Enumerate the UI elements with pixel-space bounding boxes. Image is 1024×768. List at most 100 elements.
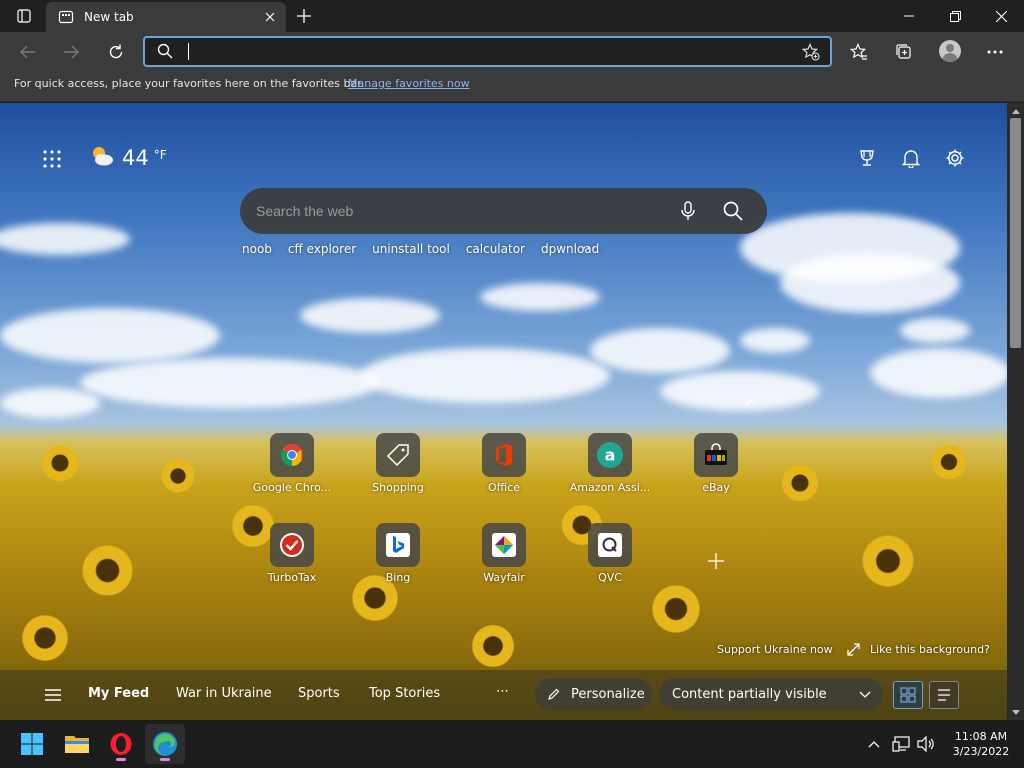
- favorites-bar-message: For quick access, place your favorites h…: [14, 77, 365, 90]
- feed-bar: My Feed War in Ukraine Sports Top Storie…: [0, 670, 1007, 720]
- quick-link-label: Google Chro...: [252, 481, 332, 494]
- notifications-bell-icon[interactable]: [896, 143, 926, 173]
- running-indicator: [116, 758, 126, 761]
- quick-link-amazon[interactable]: a Amazon Assi...: [565, 433, 655, 509]
- opera-icon[interactable]: [101, 724, 141, 764]
- profile-avatar[interactable]: [939, 40, 961, 62]
- tab-actions-icon[interactable]: [10, 6, 38, 26]
- edge-icon[interactable]: [145, 724, 185, 764]
- rewards-icon[interactable]: [852, 143, 882, 173]
- personalize-button[interactable]: Personalize: [535, 678, 652, 710]
- refresh-icon[interactable]: [100, 36, 132, 68]
- taskbar: 11:08 AM 3/23/2022: [0, 720, 1024, 768]
- file-explorer-icon[interactable]: [57, 724, 97, 764]
- recent-search-item[interactable]: calculator: [466, 242, 525, 256]
- favorites-bar: For quick access, place your favorites h…: [0, 72, 1024, 102]
- scrollbar-thumb[interactable]: [1010, 118, 1021, 348]
- weather-widget[interactable]: 44 °F: [90, 145, 167, 171]
- qvc-icon: [588, 523, 632, 567]
- content-visibility-label: Content partially visible: [672, 686, 827, 702]
- feed-tab-my-feed[interactable]: My Feed: [88, 686, 149, 701]
- more-searches-icon[interactable]: ⋯: [582, 240, 597, 256]
- quick-link-wayfair[interactable]: Wayfair: [459, 523, 549, 599]
- quick-link-office[interactable]: Office: [459, 433, 549, 509]
- add-quick-link-icon[interactable]: [706, 551, 726, 571]
- windows-start-icon[interactable]: [12, 724, 52, 764]
- more-feed-tabs-icon[interactable]: ⋯: [496, 684, 509, 699]
- search-icon: [157, 43, 173, 63]
- new-tab-icon: [58, 9, 74, 25]
- scroll-up-icon[interactable]: [1010, 105, 1021, 117]
- running-indicator: [160, 758, 170, 761]
- web-search-input[interactable]: [256, 200, 656, 222]
- partly-cloudy-icon: [90, 145, 114, 171]
- favorites-icon[interactable]: [843, 36, 875, 68]
- web-search-box[interactable]: [240, 188, 767, 234]
- collections-icon[interactable]: [888, 36, 920, 68]
- chevron-up-icon[interactable]: [742, 395, 760, 409]
- quick-link-qvc[interactable]: QVC: [565, 523, 655, 599]
- feed-tab-top-stories[interactable]: Top Stories: [369, 686, 440, 701]
- recent-search-item[interactable]: cff explorer: [288, 242, 356, 256]
- weather-temperature: 44: [122, 146, 149, 170]
- scroll-down-icon[interactable]: [1010, 706, 1021, 718]
- svg-text:a: a: [605, 446, 616, 465]
- quick-link-label: Wayfair: [483, 571, 525, 584]
- back-icon[interactable]: [12, 36, 44, 68]
- quick-link-turbotax[interactable]: TurboTax: [247, 523, 337, 599]
- active-tab[interactable]: New tab: [46, 2, 286, 32]
- ebay-icon: [694, 433, 738, 477]
- feed-tab-war-in-ukraine[interactable]: War in Ukraine: [176, 686, 272, 701]
- quick-link-google-chrome[interactable]: Google Chro...: [247, 433, 337, 509]
- expand-arrows-icon: [847, 643, 860, 656]
- quick-link-ebay[interactable]: eBay: [671, 433, 761, 509]
- quick-link-label: Amazon Assi...: [569, 481, 651, 494]
- quick-link-shopping[interactable]: Shopping: [353, 433, 443, 509]
- bing-icon: [376, 523, 420, 567]
- new-tab-page: 44 °F noob cff explorer uninstall tool c…: [0, 103, 1007, 720]
- personalize-label: Personalize: [571, 686, 645, 702]
- quick-link-bing[interactable]: Bing: [353, 523, 443, 599]
- search-submit-icon[interactable]: [718, 196, 748, 226]
- manage-favorites-link[interactable]: Manage favorites now: [348, 77, 470, 90]
- taskbar-clock[interactable]: 11:08 AM 3/23/2022: [946, 729, 1016, 759]
- chevron-up-tray-icon[interactable]: [862, 732, 886, 756]
- add-favorite-icon[interactable]: [801, 43, 820, 65]
- volume-icon[interactable]: [914, 732, 938, 756]
- feed-tab-sports[interactable]: Sports: [298, 686, 340, 701]
- close-tab-icon[interactable]: [258, 5, 282, 29]
- support-ukraine-link[interactable]: Support Ukraine now: [717, 643, 833, 656]
- microphone-icon[interactable]: [673, 196, 703, 226]
- title-bar: New tab: [0, 0, 1024, 32]
- restore-icon[interactable]: [932, 0, 978, 32]
- close-window-icon[interactable]: [978, 0, 1024, 32]
- minimize-icon[interactable]: [886, 0, 932, 32]
- grid-view-icon[interactable]: [893, 681, 923, 709]
- turbotax-icon: [270, 523, 314, 567]
- list-view-icon[interactable]: [929, 681, 959, 709]
- recent-search-item[interactable]: noob: [242, 242, 272, 256]
- hamburger-menu-icon[interactable]: [44, 687, 62, 706]
- quick-link-label: eBay: [702, 481, 730, 494]
- like-background-label: Like this background?: [870, 643, 990, 656]
- settings-more-icon[interactable]: [979, 36, 1011, 68]
- quick-link-label: QVC: [598, 571, 622, 584]
- recent-searches: noob cff explorer uninstall tool calcula…: [242, 242, 615, 256]
- quick-link-label: TurboTax: [267, 571, 317, 584]
- network-icon[interactable]: [889, 732, 913, 756]
- chrome-icon: [270, 433, 314, 477]
- office-icon: [482, 433, 526, 477]
- tab-title: New tab: [84, 10, 134, 24]
- forward-icon[interactable]: [55, 36, 87, 68]
- app-launcher-icon[interactable]: [36, 143, 68, 175]
- new-tab-button[interactable]: [290, 4, 318, 28]
- address-bar[interactable]: [143, 36, 832, 67]
- page-settings-gear-icon[interactable]: [940, 143, 970, 173]
- recent-search-item[interactable]: uninstall tool: [372, 242, 450, 256]
- content-visibility-dropdown[interactable]: Content partially visible: [659, 678, 883, 710]
- address-input[interactable]: [189, 41, 789, 63]
- amazon-icon: a: [588, 433, 632, 477]
- quick-link-label: Shopping: [372, 481, 424, 494]
- like-background-link[interactable]: Like this background?: [847, 643, 990, 656]
- chevron-down-icon: [859, 691, 871, 698]
